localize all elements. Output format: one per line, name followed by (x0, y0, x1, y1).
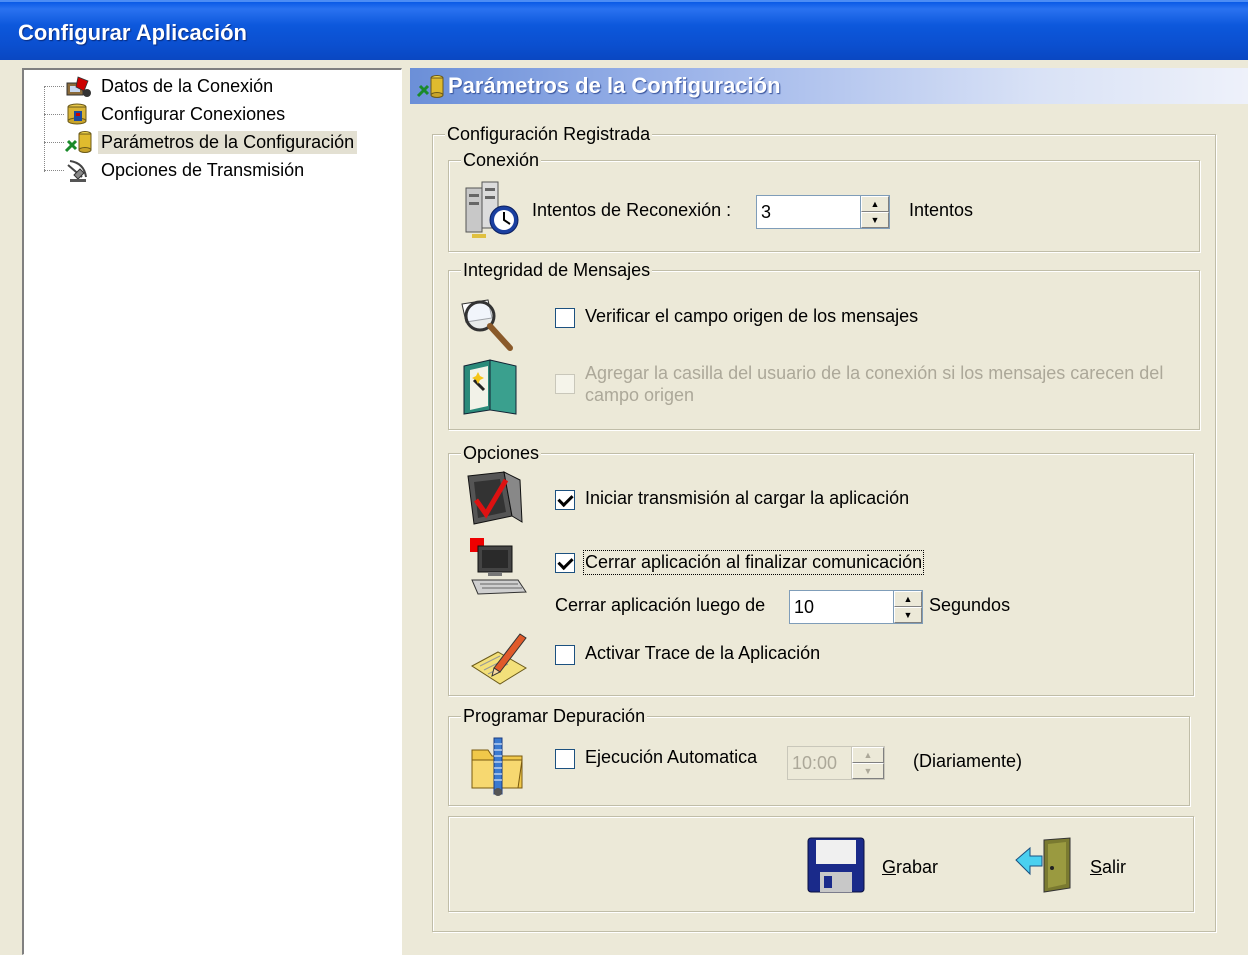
tree-item-opciones-transmision[interactable]: Opciones de Transmisión (64, 156, 307, 184)
group-legend: Integridad de Mensajes (461, 258, 653, 282)
reconnect-attempts-spinner[interactable]: ▲ ▼ (756, 195, 890, 229)
execution-time-spinner[interactable]: ▲ ▼ (787, 746, 885, 780)
tree-item-label: Parámetros de la Configuración (98, 130, 358, 154)
verify-origin-checkbox[interactable] (555, 308, 575, 328)
daily-label: (Diariamente) (913, 751, 1023, 771)
computer-close-icon (468, 536, 530, 603)
spinner-down-button[interactable]: ▼ (852, 763, 884, 779)
exit-door-icon (1014, 836, 1074, 899)
spinner-down-button[interactable]: ▼ (861, 212, 889, 228)
tree-item-label: Opciones de Transmisión (101, 159, 305, 180)
tree-item-datos-conexion[interactable]: Datos de la Conexión (64, 72, 276, 100)
group-legend: Configuración Registrada (445, 122, 653, 146)
tree-item-parametros-configuracion[interactable]: Parámetros de la Configuración (64, 128, 358, 156)
close-app-checkbox[interactable] (555, 553, 575, 573)
spinner-down-button[interactable]: ▼ (894, 607, 922, 623)
activate-trace-label: Activar Trace de la Aplicación (585, 643, 821, 663)
panel-title: Parámetros de la Configuración (448, 73, 781, 98)
exit-button[interactable]: Salir (1014, 836, 1126, 899)
auto-execution-checkbox[interactable] (555, 749, 575, 769)
tree-item-configurar-conexiones[interactable]: Configurar Conexiones (64, 100, 288, 128)
add-user-label: Agregar la casilla del usuario de la con… (585, 363, 1164, 405)
config-parameters-icon (416, 72, 446, 100)
reconnect-label: Intentos de Reconexión : (532, 200, 732, 220)
activate-trace-checkbox[interactable] (555, 645, 575, 665)
reconnect-attempts-input[interactable] (756, 195, 860, 229)
navigation-tree[interactable]: Datos de la Conexión Configurar Conexion… (22, 68, 402, 955)
close-after-input[interactable] (789, 590, 893, 624)
close-after-label: Cerrar aplicación luego de (555, 595, 766, 615)
compressed-folder-icon (468, 736, 528, 803)
magnifier-message-icon (458, 296, 516, 357)
tree-item-label: Configurar Conexiones (101, 103, 286, 124)
pencil-paper-icon (470, 628, 530, 693)
connection-data-icon (64, 73, 94, 99)
integridad-group: Integridad de Mensajes (448, 258, 1200, 430)
reconnect-unit: Intentos (909, 200, 974, 220)
save-button[interactable]: Grabar (806, 836, 938, 899)
tree-item-label: Datos de la Conexión (101, 75, 274, 96)
server-clock-icon (462, 180, 522, 245)
wizard-book-icon (460, 356, 520, 421)
monitor-check-icon (462, 470, 526, 535)
floppy-disk-icon (806, 836, 866, 899)
spinner-up-button[interactable]: ▲ (861, 196, 889, 212)
spinner-up-button[interactable]: ▲ (894, 591, 922, 607)
group-legend: Conexión (461, 148, 542, 172)
configure-connections-icon (64, 101, 94, 127)
config-parameters-icon (64, 129, 94, 155)
execution-time-input[interactable] (787, 746, 851, 780)
close-after-unit: Segundos (929, 595, 1011, 615)
auto-execution-label: Ejecución Automatica (585, 747, 758, 767)
satellite-transmission-icon (64, 157, 94, 183)
close-app-label: Cerrar aplicación al finalizar comunicac… (582, 550, 925, 575)
verify-origin-label: Verificar el campo origen de los mensaje… (585, 306, 919, 326)
start-transmission-checkbox[interactable] (555, 490, 575, 510)
title-bar[interactable]: Configurar Aplicación (0, 0, 1248, 60)
spinner-up-button[interactable]: ▲ (852, 747, 884, 763)
add-user-checkbox[interactable] (555, 374, 575, 394)
group-legend: Opciones (461, 441, 542, 465)
close-after-spinner[interactable]: ▲ ▼ (789, 590, 923, 624)
panel-header: Parámetros de la Configuración (410, 68, 1248, 104)
group-legend: Programar Depuración (461, 704, 648, 728)
window-title: Configurar Aplicación (18, 20, 247, 45)
start-transmission-label: Iniciar transmisión al cargar la aplicac… (585, 488, 910, 508)
